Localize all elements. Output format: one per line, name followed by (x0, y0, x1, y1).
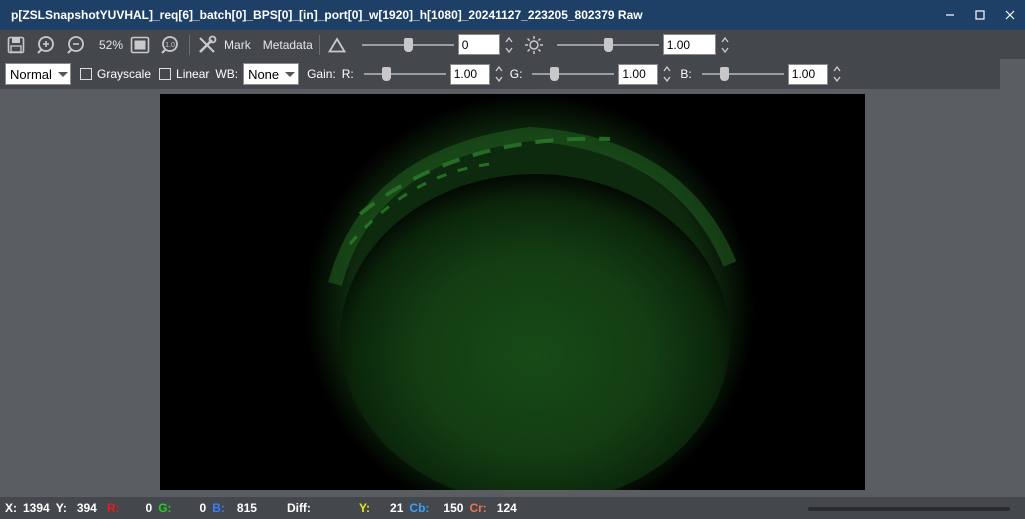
fit-window-icon[interactable] (127, 32, 153, 58)
mode-select[interactable]: Normal (5, 63, 71, 85)
slider-thumb[interactable] (550, 67, 560, 81)
actual-size-icon[interactable]: 1.0 (157, 32, 183, 58)
mode-select-value: Normal (10, 66, 52, 82)
grayscale-label: Grayscale (97, 67, 152, 81)
raw-image[interactable] (160, 94, 865, 490)
g-label: G: (158, 501, 172, 515)
slider-track (532, 73, 615, 75)
toolbar-filler (1000, 59, 1025, 89)
contrast-input[interactable]: 0 (457, 34, 500, 55)
wb-label: WB: (215, 67, 239, 81)
gain-b-slider[interactable] (701, 64, 784, 84)
image-viewport[interactable] (0, 89, 1025, 497)
cb-label: Cb: (409, 501, 430, 515)
gain-r-label: R: (341, 67, 354, 81)
gain-g-spinner[interactable] (661, 63, 673, 85)
grayscale-checkbox[interactable] (80, 68, 92, 80)
sun-icon (521, 32, 547, 58)
x-value: 1394 (23, 501, 50, 515)
b-value: 815 (236, 501, 257, 515)
linear-checkbox[interactable] (159, 68, 172, 80)
gain-label: Gain: (307, 67, 336, 81)
mark-button[interactable]: Mark (220, 38, 255, 52)
close-icon[interactable] (995, 0, 1025, 30)
toolbar-divider (318, 34, 320, 55)
title-bar: p[ZSLSnapshotYUVHAL]_req[6]_batch[0]_BPS… (0, 0, 1025, 30)
minimize-icon[interactable] (935, 0, 965, 30)
g-value: 0 (199, 501, 207, 515)
window-title: p[ZSLSnapshotYUVHAL]_req[6]_batch[0]_BPS… (11, 8, 643, 22)
slider-track (363, 73, 446, 75)
svg-text:1.0: 1.0 (165, 42, 175, 49)
progress-bar (808, 507, 1010, 511)
chevron-down-icon (57, 71, 68, 77)
yy-label: Y: (358, 501, 371, 515)
gain-b-label: B: (680, 67, 692, 81)
zoom-out-icon[interactable] (63, 32, 89, 58)
cb-value: 150 (443, 501, 464, 515)
contrast-slider[interactable] (361, 35, 454, 55)
y-value: 394 (76, 501, 97, 515)
zoom-in-icon[interactable] (33, 32, 59, 58)
save-icon[interactable] (3, 32, 29, 58)
slider-thumb[interactable] (719, 67, 729, 81)
slider-track (701, 73, 784, 75)
gain-r-spinner[interactable] (493, 63, 505, 85)
gain-g-slider[interactable] (532, 64, 615, 84)
chevron-down-icon (285, 71, 296, 77)
r-label: R: (106, 501, 120, 515)
status-bar: X: 1394 Y: 394 R: 0 G: 0 B: 815 Diff: Y:… (0, 497, 1025, 519)
contrast-spinner[interactable] (503, 34, 515, 56)
triangle-icon (324, 32, 350, 58)
brightness-input[interactable]: 1.00 (662, 34, 716, 55)
main-toolbar: 52% 1.0 Mark Metadata 0 1.00 (0, 30, 1025, 59)
wb-select-value: None (248, 66, 280, 82)
maximize-icon[interactable] (965, 0, 995, 30)
gain-b-input[interactable]: 1.00 (787, 63, 828, 85)
diff-label: Diff: (286, 501, 311, 515)
gain-r-input[interactable]: 1.00 (449, 63, 490, 85)
gain-g-label: G: (509, 67, 523, 81)
linear-label: Linear (176, 67, 210, 81)
zoom-level: 52% (99, 37, 124, 52)
gain-g-input[interactable]: 1.00 (618, 63, 659, 85)
y-label: Y: (55, 501, 67, 515)
window-controls (935, 0, 1025, 30)
slider-thumb[interactable] (603, 37, 613, 52)
adjust-toolbar: Normal Grayscale Linear WB: None Gain: R… (0, 59, 1000, 89)
slider-thumb[interactable] (403, 37, 413, 52)
slider-thumb[interactable] (381, 67, 391, 81)
toolbar-divider (189, 34, 191, 55)
gain-r-slider[interactable] (363, 64, 446, 84)
tools-icon[interactable] (194, 32, 220, 58)
x-label: X: (5, 501, 17, 515)
cr-label: Cr: (469, 501, 487, 515)
r-value: 0 (145, 501, 153, 515)
wb-select[interactable]: None (243, 63, 300, 85)
cr-value: 124 (496, 501, 517, 515)
b-label: B: (212, 501, 225, 515)
gain-b-spinner[interactable] (831, 63, 843, 85)
metadata-button[interactable]: Metadata (259, 38, 317, 52)
brightness-spinner[interactable] (719, 34, 731, 56)
yy-value: 21 (390, 501, 404, 515)
brightness-slider[interactable] (556, 35, 659, 55)
